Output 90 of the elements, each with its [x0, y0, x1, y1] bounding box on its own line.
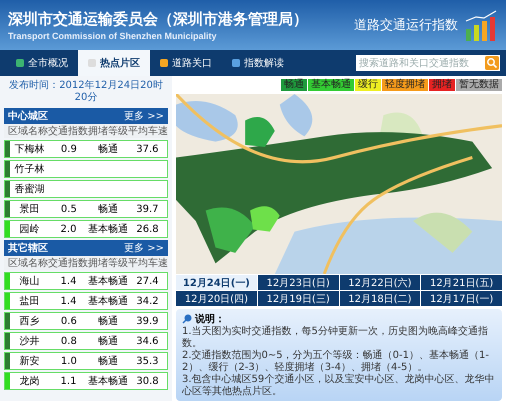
- congestion-level: 基本畅通: [88, 224, 128, 235]
- district-name: 香蜜湖: [14, 182, 46, 196]
- index-value: 0.8: [60, 336, 77, 346]
- district-row[interactable]: 景田 0.5 畅通 39.7: [4, 200, 168, 218]
- index-value: 1.1: [60, 376, 76, 386]
- district-name: 盐田: [18, 294, 40, 308]
- nav-tab[interactable]: 全市概况: [6, 50, 78, 76]
- district-row[interactable]: 竹子林: [4, 160, 168, 178]
- date-tab[interactable]: 12月18日(二): [340, 291, 420, 306]
- district-row[interactable]: 盐田 1.4 基本畅通 34.2: [4, 292, 168, 310]
- column-header: 平均车速: [128, 256, 168, 270]
- legend-item: 拥堵: [429, 79, 455, 91]
- congestion-level: 畅通: [98, 336, 118, 347]
- index-value: 1.0: [60, 356, 77, 366]
- note-text: 3.包含中心城区59个交通小区，以及宝安中心区、龙岗中心区、龙华中心区等其他热点片区。: [182, 374, 496, 398]
- date-tab[interactable]: 12月23日(日): [258, 275, 338, 290]
- district-row[interactable]: 海山 1.4 基本畅通 27.4: [4, 272, 168, 290]
- index-value: 0.5: [60, 204, 77, 214]
- district-row[interactable]: 西乡 0.6 畅通 39.9: [4, 312, 168, 330]
- district-row[interactable]: 新安 1.0 畅通 35.3: [4, 352, 168, 370]
- district-name: 西乡: [18, 314, 41, 328]
- district-name: 下梅林: [14, 142, 46, 156]
- average-speed: 39.9: [136, 316, 158, 326]
- average-speed: 39.7: [136, 204, 158, 214]
- average-speed: 34.6: [136, 336, 158, 346]
- pin-icon: [182, 314, 192, 324]
- date-tab[interactable]: 12月21日(五): [421, 275, 502, 290]
- nav-tab[interactable]: 指数解读: [222, 50, 294, 76]
- congestion-level: 基本畅通: [88, 296, 128, 307]
- column-header: 交通指数: [48, 124, 88, 138]
- site-subtitle: Transport Commission of Shenzhen Municipality: [8, 30, 218, 40]
- note-text: 2.交通指数范围为0~5，分为五个等级：畅通（0-1）、基本畅通（1-2）、缓行（2-3）、轻度拥堵（3-4）、拥堵（4-5）。: [182, 350, 490, 374]
- column-header: 交通指数: [48, 256, 88, 270]
- panel-title: 其它辖区: [8, 241, 48, 255]
- index-value: 2.0: [60, 224, 76, 234]
- column-header: 平均车速: [128, 124, 168, 138]
- legend-item: 缓行: [355, 79, 381, 91]
- district-name: 竹子林: [14, 162, 46, 176]
- congestion-level: 畅通: [98, 316, 118, 327]
- average-speed: 34.2: [136, 296, 159, 306]
- more-link[interactable]: 更多 >>: [124, 109, 164, 123]
- congestion-level: 畅通: [98, 144, 118, 155]
- more-link[interactable]: 更多 >>: [124, 241, 164, 255]
- note-text: 1.当天图为实时交通指数，每5分钟更新一次，历史图为晚高峰交通指数。: [182, 326, 489, 350]
- date-tab[interactable]: 12月24日(一): [176, 275, 257, 290]
- publish-time: 发布时间：2012年12月24日20时20分: [8, 78, 164, 105]
- legend-item: 暂无数据: [456, 79, 502, 91]
- average-speed: 35.3: [136, 356, 158, 366]
- district-name: 新安: [18, 354, 41, 368]
- index-value: 1.4: [60, 296, 76, 306]
- legend-item: 轻度拥堵: [382, 79, 428, 91]
- date-tab[interactable]: 12月19日(三): [258, 291, 338, 306]
- average-speed: 26.8: [136, 224, 159, 234]
- average-speed: 37.6: [136, 144, 158, 154]
- column-header: 区域名称: [8, 124, 48, 138]
- district-row[interactable]: 下梅林 0.9 畅通 37.6: [4, 140, 168, 158]
- average-speed: 27.4: [136, 276, 159, 286]
- date-tab[interactable]: 12月20日(四): [176, 291, 257, 306]
- nav-tab[interactable]: 热点片区: [78, 50, 150, 76]
- district-row[interactable]: 沙井 0.8 畅通 34.6: [4, 332, 168, 350]
- column-header: 区域名称: [8, 256, 48, 270]
- district-row[interactable]: 香蜜湖: [4, 180, 168, 198]
- search-icon[interactable]: [485, 56, 499, 70]
- congestion-level: 基本畅通: [88, 376, 128, 387]
- nav-tab[interactable]: 道路关口: [150, 50, 222, 76]
- panel-title: 中心城区: [8, 109, 48, 123]
- notes-title: 说明：: [195, 312, 225, 326]
- legend-item: 基本畅通: [308, 79, 354, 91]
- district-name: 景田: [18, 202, 41, 216]
- date-tab[interactable]: 12月17日(一): [421, 291, 502, 306]
- average-speed: 30.8: [136, 376, 159, 386]
- congestion-level: 畅通: [98, 356, 118, 367]
- column-header: 拥堵等级: [88, 124, 128, 138]
- bar-chart-icon: [464, 9, 498, 41]
- legend-item: 畅通: [281, 79, 307, 91]
- column-header: 拥堵等级: [88, 256, 128, 270]
- site-title: 深圳市交通运输委员会（深圳市港务管理局）: [8, 10, 308, 28]
- district-name: 海山: [18, 274, 40, 288]
- index-value: 0.9: [60, 144, 77, 154]
- index-value: 0.6: [60, 316, 77, 326]
- congestion-level: 基本畅通: [88, 276, 128, 287]
- district-name: 龙岗: [18, 374, 40, 388]
- index-value: 1.4: [60, 276, 76, 286]
- district-row[interactable]: 龙岗 1.1 基本畅通 30.8: [4, 372, 168, 390]
- index-title: 道路交通运行指数: [354, 17, 458, 34]
- district-name: 沙井: [18, 334, 41, 348]
- district-name: 园岭: [18, 222, 40, 236]
- district-row[interactable]: 园岭 2.0 基本畅通 26.8: [4, 220, 168, 238]
- congestion-level: 畅通: [98, 204, 118, 215]
- date-tab[interactable]: 12月22日(六): [340, 275, 420, 290]
